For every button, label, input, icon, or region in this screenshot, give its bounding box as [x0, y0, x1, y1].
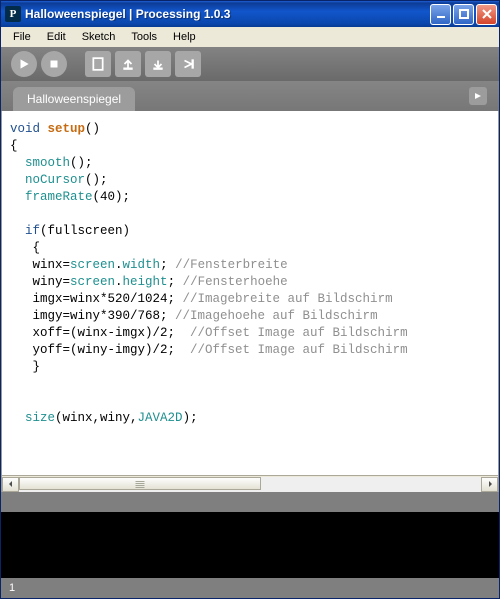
- statusbar: 1: [1, 578, 499, 598]
- save-button[interactable]: [145, 51, 171, 77]
- window-title: Halloweenspiegel | Processing 1.0.3: [25, 7, 430, 21]
- chevron-left-icon: [7, 480, 15, 488]
- tab-bar: Halloweenspiegel: [1, 81, 499, 111]
- scroll-right-button[interactable]: [481, 477, 498, 492]
- menu-edit[interactable]: Edit: [39, 29, 74, 45]
- menubar: File Edit Sketch Tools Help: [1, 27, 499, 47]
- menu-tools[interactable]: Tools: [123, 29, 165, 45]
- app-window: P Halloweenspiegel | Processing 1.0.3 Fi…: [0, 0, 500, 599]
- menu-file[interactable]: File: [5, 29, 39, 45]
- menu-help[interactable]: Help: [165, 29, 204, 45]
- app-icon: P: [5, 6, 21, 22]
- stop-button[interactable]: [41, 51, 67, 77]
- titlebar[interactable]: P Halloweenspiegel | Processing 1.0.3: [1, 1, 499, 27]
- code-editor[interactable]: void setup(){ smooth(); noCursor(); fram…: [2, 111, 498, 475]
- scroll-left-button[interactable]: [2, 477, 19, 492]
- run-button[interactable]: [11, 51, 37, 77]
- scrollbar-thumb[interactable]: [19, 477, 261, 490]
- scrollbar-track[interactable]: [19, 477, 481, 492]
- line-number-indicator: 1: [9, 582, 15, 594]
- minimize-button[interactable]: [430, 4, 451, 25]
- tab-menu-button[interactable]: [469, 87, 487, 105]
- window-control-buttons: [430, 4, 497, 25]
- maximize-button[interactable]: [453, 4, 474, 25]
- menu-sketch[interactable]: Sketch: [74, 29, 124, 45]
- message-area: [1, 492, 499, 512]
- export-button[interactable]: [175, 51, 201, 77]
- console[interactable]: [1, 512, 499, 578]
- editor-area: void setup(){ smooth(); noCursor(); fram…: [1, 111, 499, 492]
- toolbar: [1, 47, 499, 81]
- chevron-right-icon: [486, 480, 494, 488]
- horizontal-scrollbar[interactable]: [2, 475, 498, 492]
- tab-sketch[interactable]: Halloweenspiegel: [13, 87, 135, 111]
- open-button[interactable]: [115, 51, 141, 77]
- arrow-right-icon: [473, 91, 483, 101]
- close-button[interactable]: [476, 4, 497, 25]
- new-button[interactable]: [85, 51, 111, 77]
